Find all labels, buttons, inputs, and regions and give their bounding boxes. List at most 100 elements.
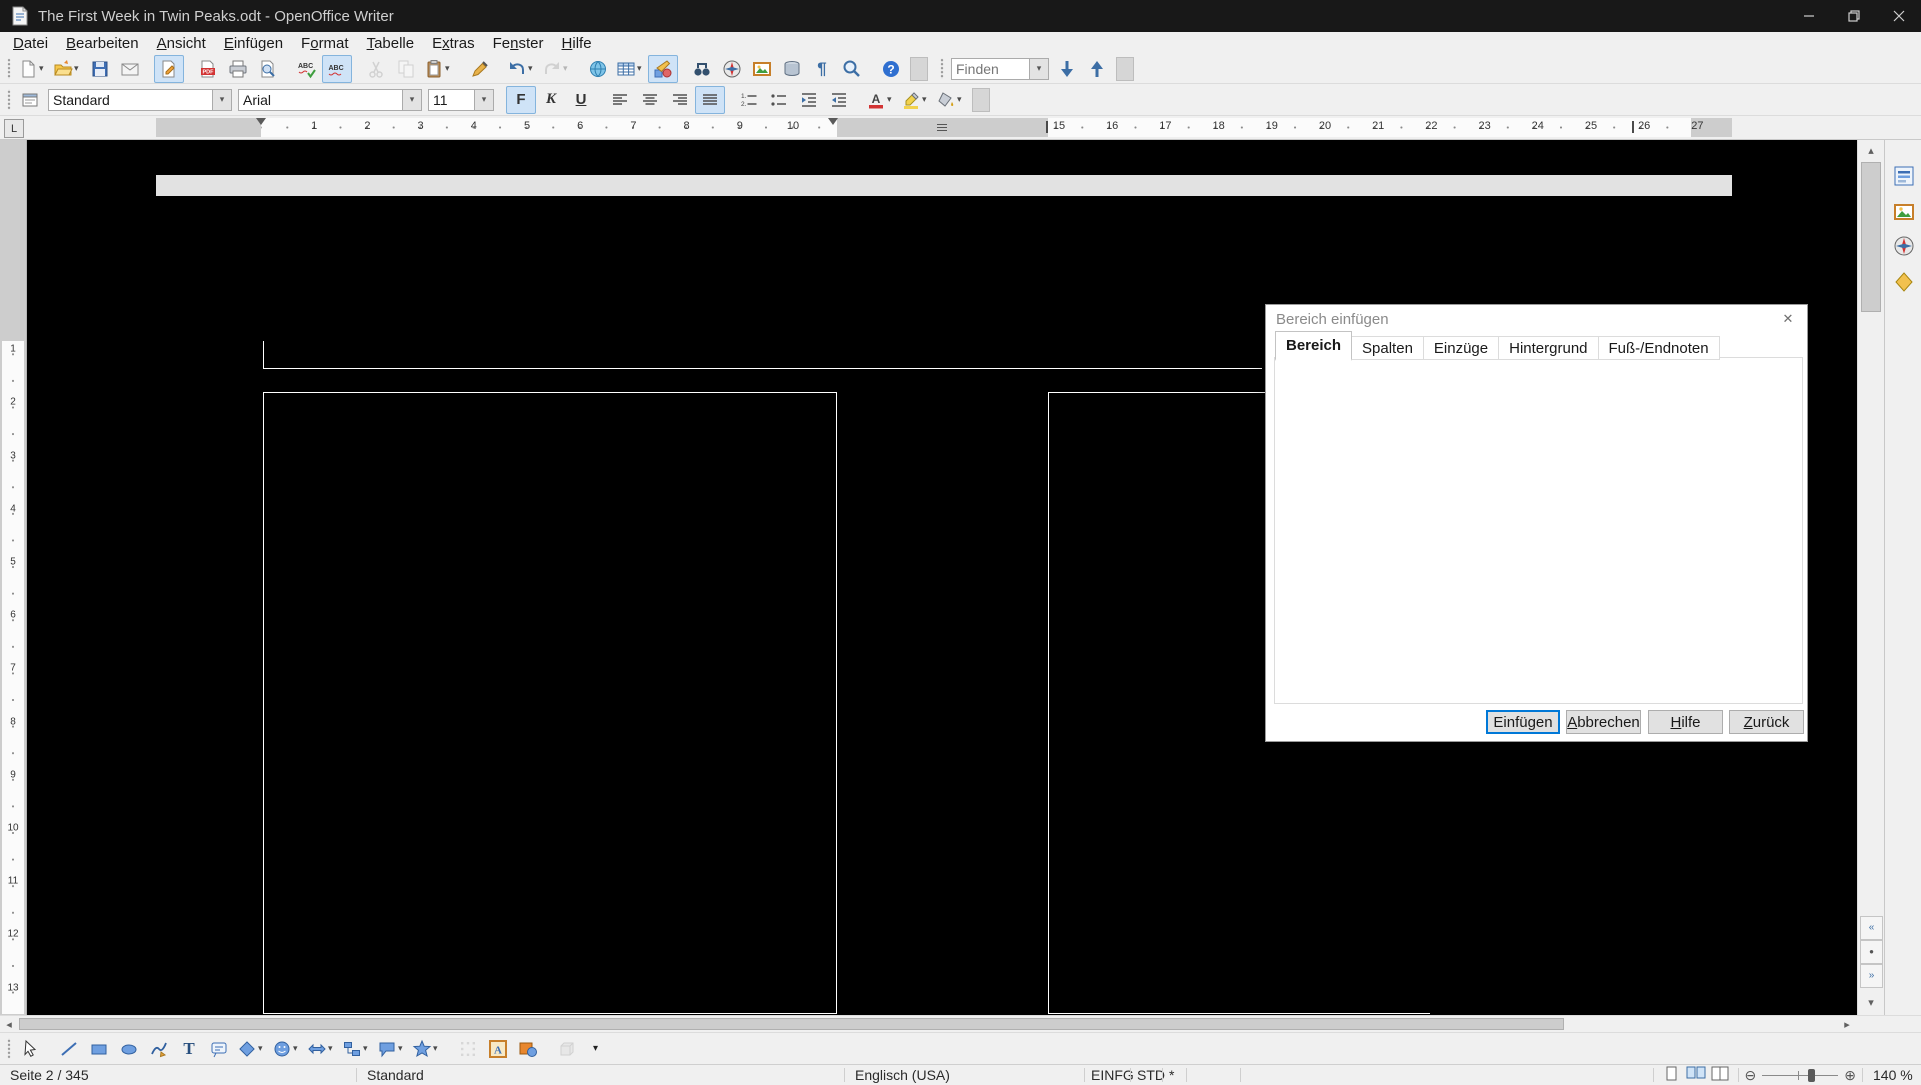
paragraph-style-combo-dropdown[interactable]: ▾: [212, 90, 231, 110]
back-button[interactable]: Zurück: [1729, 710, 1804, 734]
find-previous-button[interactable]: [1082, 55, 1112, 83]
underline-button[interactable]: U: [566, 86, 596, 114]
toolbar-overflow-button[interactable]: ▾: [582, 1035, 612, 1063]
menu-fenster[interactable]: Fenster: [484, 34, 553, 53]
book-view-button[interactable]: [1710, 1066, 1730, 1085]
dropdown-arrow-icon[interactable]: ▾: [74, 63, 83, 74]
scroll-right-button[interactable]: ▸: [1838, 1016, 1856, 1032]
export-pdf-button[interactable]: PDF: [193, 55, 223, 83]
column-border-marker[interactable]: [1632, 121, 1634, 133]
find-toolbar-options-button[interactable]: [1116, 57, 1134, 81]
vertical-scrollbar[interactable]: ▴ « ● » ▾: [1857, 140, 1884, 1015]
rectangle-button[interactable]: [84, 1035, 114, 1063]
zoom-slider-track[interactable]: [1762, 1069, 1838, 1082]
dropdown-arrow-icon[interactable]: ▾: [39, 63, 48, 74]
font-size-combo-input[interactable]: [429, 90, 474, 110]
dialog-tab-spalten[interactable]: Spalten: [1352, 336, 1424, 360]
multi-page-view-button[interactable]: [1686, 1066, 1706, 1085]
single-page-view-button[interactable]: [1662, 1066, 1682, 1085]
line-button[interactable]: [54, 1035, 84, 1063]
insert-button[interactable]: Einfügen: [1486, 710, 1560, 734]
paragraph-style-combo[interactable]: ▾: [48, 89, 232, 111]
next-page-button[interactable]: »: [1860, 964, 1883, 988]
menu-tabelle[interactable]: Tabelle: [358, 34, 424, 53]
menu-bearbeiten[interactable]: Bearbeiten: [57, 34, 148, 53]
page-preview-button[interactable]: [253, 55, 283, 83]
spellcheck-button[interactable]: ABC: [292, 55, 322, 83]
toolbar-grip[interactable]: [5, 58, 12, 78]
basic-shapes-button[interactable]: ▾: [234, 1035, 269, 1063]
dropdown-arrow-icon[interactable]: ▾: [258, 1043, 267, 1054]
dropdown-arrow-icon[interactable]: ▾: [445, 63, 454, 74]
column-gap-marker[interactable]: [937, 124, 947, 131]
menu-datei[interactable]: Datei: [4, 34, 57, 53]
restore-button[interactable]: [1831, 0, 1876, 32]
close-button[interactable]: [1876, 0, 1921, 32]
bullet-list-button[interactable]: [764, 86, 794, 114]
zoom-button[interactable]: [837, 55, 867, 83]
minimize-button[interactable]: [1786, 0, 1831, 32]
font-size-combo[interactable]: ▾: [428, 89, 494, 111]
data-sources-button[interactable]: [777, 55, 807, 83]
callouts-button[interactable]: ▾: [374, 1035, 409, 1063]
find-input[interactable]: [952, 59, 1029, 79]
dropdown-arrow-icon[interactable]: ▾: [398, 1043, 407, 1054]
menu-hilfe[interactable]: Hilfe: [553, 34, 601, 53]
scroll-left-button[interactable]: ◂: [0, 1016, 18, 1032]
horizontal-scrollbar[interactable]: ◂ ▸: [0, 1015, 1921, 1032]
tab-stop-type-selector[interactable]: L: [4, 119, 24, 138]
font-name-combo[interactable]: ▾: [238, 89, 422, 111]
symbol-shapes-button[interactable]: ▾: [269, 1035, 304, 1063]
open-file-button[interactable]: ▾: [50, 55, 85, 83]
status-page-number[interactable]: Seite 2 / 345: [0, 1065, 356, 1085]
gallery-button[interactable]: [747, 55, 777, 83]
dropdown-arrow-icon[interactable]: ▾: [563, 63, 572, 74]
vertical-scrollbar-thumb[interactable]: [1861, 162, 1881, 312]
find-replace-button[interactable]: [687, 55, 717, 83]
dialog-tab-einzge[interactable]: Einzüge: [1424, 336, 1499, 360]
increase-indent-button[interactable]: [824, 86, 854, 114]
freeform-line-button[interactable]: [144, 1035, 174, 1063]
bold-button[interactable]: F: [506, 86, 536, 114]
background-color-button[interactable]: ▾: [933, 86, 968, 114]
font-name-combo-input[interactable]: [239, 90, 402, 110]
styles-window-button[interactable]: [15, 86, 45, 114]
sidebar-properties-icon[interactable]: [1892, 164, 1916, 188]
dialog-close-button[interactable]: ✕: [1777, 310, 1799, 328]
sidebar-navigator-icon[interactable]: [1892, 234, 1916, 258]
previous-page-button[interactable]: «: [1860, 916, 1883, 940]
zoom-in-button[interactable]: ⊕: [1844, 1067, 1856, 1084]
status-insert-mode[interactable]: EINFG: [1085, 1065, 1130, 1085]
dropdown-arrow-icon[interactable]: ▾: [293, 1043, 302, 1054]
dropdown-arrow-icon[interactable]: ▾: [328, 1043, 337, 1054]
dropdown-arrow-icon[interactable]: ▾: [957, 94, 966, 105]
auto-spellcheck-button[interactable]: ABC: [322, 55, 352, 83]
indent-marker[interactable]: [256, 118, 266, 125]
toolbar-options-button[interactable]: [972, 88, 990, 112]
dropdown-arrow-icon[interactable]: ▾: [528, 63, 537, 74]
status-page-style[interactable]: Standard: [357, 1065, 844, 1085]
cancel-button[interactable]: Abbrechen: [1566, 710, 1641, 734]
zoom-out-button[interactable]: ⊖: [1745, 1067, 1757, 1084]
hyperlink-button[interactable]: [583, 55, 613, 83]
ellipse-button[interactable]: [114, 1035, 144, 1063]
dropdown-arrow-icon[interactable]: ▾: [433, 1043, 442, 1054]
menu-extras[interactable]: Extras: [423, 34, 484, 53]
nonprinting-characters-button[interactable]: ¶: [807, 55, 837, 83]
toolbar-options-button[interactable]: [910, 57, 928, 81]
format-paintbrush-button[interactable]: [465, 55, 495, 83]
picture-from-file-button[interactable]: [513, 1035, 543, 1063]
text-box-button[interactable]: T: [174, 1035, 204, 1063]
find-combo-dropdown[interactable]: ▾: [1029, 59, 1048, 79]
horizontal-scrollbar-thumb[interactable]: [19, 1018, 1564, 1030]
dropdown-arrow-icon[interactable]: ▾: [922, 94, 931, 105]
print-file-button[interactable]: [223, 55, 253, 83]
toolbar-grip[interactable]: [5, 1038, 12, 1060]
dialog-titlebar[interactable]: Bereich einfügen: [1266, 305, 1807, 333]
align-justified-button[interactable]: [695, 86, 725, 114]
stars-button[interactable]: ▾: [409, 1035, 444, 1063]
menu-format[interactable]: Format: [292, 34, 358, 53]
find-next-button[interactable]: [1052, 55, 1082, 83]
email-document-button[interactable]: [115, 55, 145, 83]
column-border-marker[interactable]: [1046, 121, 1048, 133]
